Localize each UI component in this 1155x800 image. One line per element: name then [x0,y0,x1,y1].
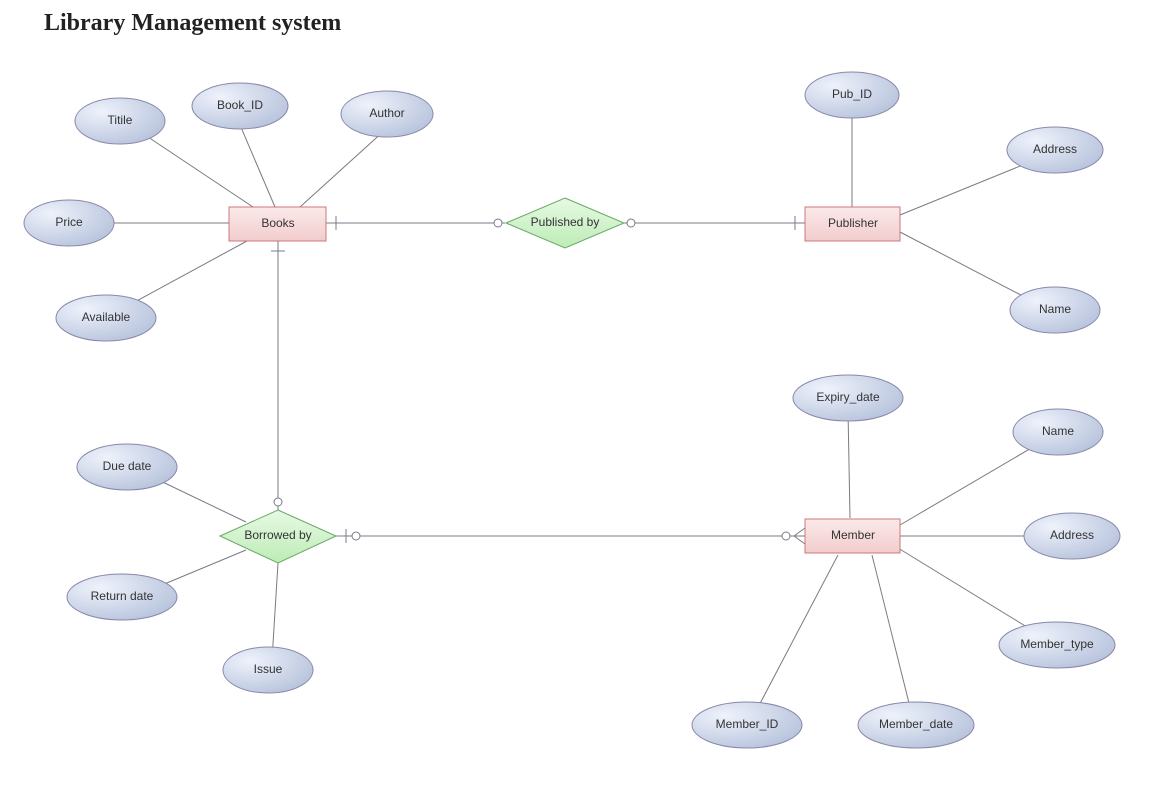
attr-member-address: Address [1024,513,1120,559]
attr-books-available: Available [56,295,156,341]
card-member-left-circle [782,532,790,540]
attr-publisher-address-label: Address [1033,142,1077,156]
attr-books-available-label: Available [82,310,131,324]
relation-published-by-label: Published by [531,215,600,229]
card-publishedby-right [627,219,635,227]
attr-member-date-label: Member_date [879,717,953,731]
conn-publisher-address [900,160,1035,215]
attr-books-title-label: Titile [108,113,133,127]
attr-borrowedby-duedate-label: Due date [103,459,152,473]
attr-member-id-label: Member_ID [716,717,779,731]
entity-member-label: Member [831,528,875,542]
attr-member-name-label: Name [1042,424,1074,438]
attr-books-title: Titile [75,98,165,144]
attr-books-price-label: Price [55,215,83,229]
attr-publisher-name: Name [1010,287,1100,333]
diagram-svg: Titile Book_ID Author Price Available Pu… [0,0,1155,800]
attr-publisher-address: Address [1007,127,1103,173]
attr-member-address-label: Address [1050,528,1094,542]
conn-books-title [142,133,253,207]
conn-borrowedby-issue [272,563,278,660]
er-diagram-canvas: Library Management system [0,0,1155,800]
relation-published-by: Published by [506,198,624,248]
conn-member-id [754,555,838,715]
conn-member-date [872,555,912,715]
conn-member-expiry [848,410,850,518]
entity-books-label: Books [261,216,294,230]
attr-publisher-name-label: Name [1039,302,1071,316]
attr-member-type: Member_type [999,622,1115,668]
attr-member-id: Member_ID [692,702,802,748]
attr-member-name: Name [1013,409,1103,455]
conn-member-name [900,440,1045,525]
conn-books-available [120,241,247,310]
attr-books-bookid: Book_ID [192,83,288,129]
relation-borrowed-by-label: Borrowed by [244,528,311,542]
card-borrowedby-top [274,498,282,506]
attr-books-author: Author [341,91,433,137]
attr-member-expiry-label: Expiry_date [816,390,880,404]
attr-publisher-pubid: Pub_ID [805,72,899,118]
attr-member-expiry: Expiry_date [793,375,903,421]
attr-borrowedby-returndate: Return date [67,574,177,620]
attr-publisher-pubid-label: Pub_ID [832,87,872,101]
entity-publisher: Publisher [805,207,900,241]
attr-member-date: Member_date [858,702,974,748]
card-borrowedby-right-circle [352,532,360,540]
card-publishedby-left [494,219,502,227]
entity-member: Member [805,519,900,553]
attr-books-price: Price [24,200,114,246]
entity-publisher-label: Publisher [828,216,878,230]
attr-borrowedby-returndate-label: Return date [91,589,154,603]
conn-books-author [300,130,385,207]
attr-books-author-label: Author [369,106,404,120]
attr-member-type-label: Member_type [1020,637,1094,651]
conn-books-bookid [240,125,275,207]
entity-books: Books [229,207,326,241]
attr-borrowedby-duedate: Due date [77,444,177,490]
attr-books-bookid-label: Book_ID [217,98,263,112]
conn-publisher-name [900,232,1040,305]
attr-borrowedby-issue-label: Issue [254,662,283,676]
attr-borrowedby-issue: Issue [223,647,313,693]
conn-member-type [898,548,1040,635]
